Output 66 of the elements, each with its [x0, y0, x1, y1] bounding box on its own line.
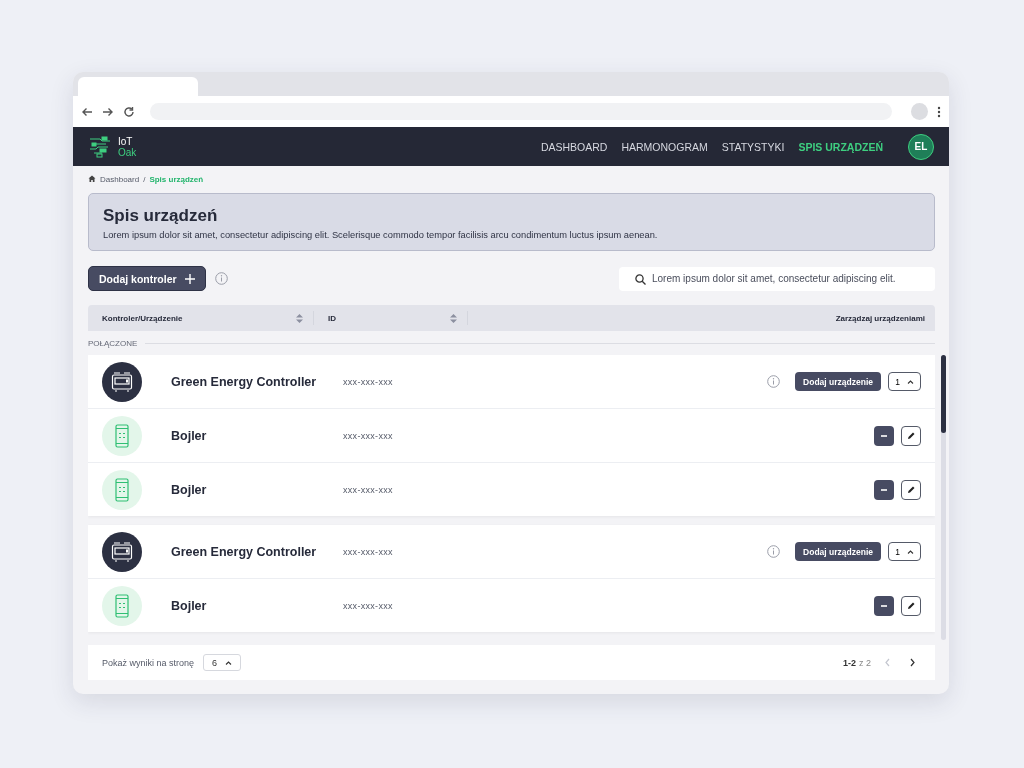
minus-icon [881, 604, 887, 607]
device-icon [102, 585, 142, 626]
controller-name: Green Energy Controller [171, 374, 318, 389]
minus-icon [881, 488, 887, 491]
pencil-icon [906, 601, 916, 610]
device-id: xxx-xxx-xxx [343, 376, 394, 387]
back-arrow-icon[interactable] [81, 105, 93, 118]
column-header[interactable]: ID [328, 313, 336, 323]
caret-icon [906, 378, 914, 385]
page-size-label: Pokaż wyniki na stronę [102, 657, 195, 668]
remove-button[interactable] [874, 595, 894, 616]
column-header[interactable]: Kontroler/Urządzenie [102, 313, 183, 323]
page-title: Spis urządzeń [103, 206, 219, 226]
add-device-button[interactable]: Dodaj urządzenie [795, 372, 881, 391]
logo-title: IoT [118, 135, 134, 147]
breadcrumb-link[interactable]: Dashboard [100, 174, 140, 184]
chevron-right-icon [910, 658, 915, 667]
controller-icon [102, 531, 142, 572]
group-label: POŁĄCZONE [88, 338, 138, 348]
scrollbar-thumb[interactable] [941, 355, 946, 433]
device-icon [102, 415, 142, 456]
device-id: xxx-xxx-xxx [343, 546, 394, 557]
forward-arrow-icon[interactable] [102, 105, 114, 118]
add-device-button[interactable]: Dodaj urządzenie [795, 542, 881, 561]
pencil-icon [906, 431, 916, 440]
page-total: z 2 [859, 657, 871, 668]
user-avatar[interactable]: EL [908, 133, 934, 160]
add-controller-button[interactable]: Dodaj kontroler [88, 266, 206, 291]
nav-link[interactable]: HARMONOGRAM [614, 140, 715, 153]
home-icon [88, 175, 96, 183]
plus-icon [184, 273, 195, 284]
pencil-icon [906, 485, 916, 494]
device-id: xxx-xxx-xxx [343, 484, 394, 495]
kebab-menu-icon[interactable] [937, 105, 941, 118]
search-icon [635, 273, 646, 285]
device-name: Bojler [171, 428, 208, 443]
edit-button[interactable] [901, 479, 921, 500]
chevron-left-icon [885, 658, 890, 667]
controller-icon [102, 361, 142, 402]
count-dropdown[interactable]: 1 [888, 372, 921, 391]
circuit-logo-icon [88, 135, 112, 158]
caret-icon [225, 659, 233, 666]
nav-link[interactable]: STATYSTYKI [714, 140, 792, 153]
remove-button[interactable] [874, 479, 894, 500]
device-name: Bojler [171, 598, 208, 613]
logo-subtitle: Oak [118, 146, 137, 158]
device-id: xxx-xxx-xxx [343, 430, 394, 441]
nav-link[interactable]: SPIS URZĄDZEŃ [791, 140, 890, 153]
nav-link[interactable]: DASHBOARD [533, 140, 615, 153]
device-name: Bojler [171, 482, 208, 497]
remove-button[interactable] [874, 425, 894, 446]
device-icon [102, 469, 142, 510]
column-header: Zarządzaj urządzeniami [835, 313, 925, 323]
page-description: Lorem ipsum dolor sit amet, consectetur adipiscing elit. Scelerisque commodo tempor facilisis arcu condimentum luctus ipsum aenean. [103, 230, 659, 240]
breadcrumb-separator: / [143, 174, 146, 184]
caret-icon [906, 548, 914, 555]
edit-button[interactable] [901, 595, 921, 616]
page-size-dropdown[interactable]: 6 [203, 654, 242, 671]
page-range: 1-2 [842, 657, 856, 668]
reload-icon[interactable] [123, 105, 135, 118]
device-id: xxx-xxx-xxx [343, 600, 394, 611]
minus-icon [881, 434, 887, 437]
controller-name: Green Energy Controller [171, 544, 318, 559]
edit-button[interactable] [901, 425, 921, 446]
count-dropdown[interactable]: 1 [888, 542, 921, 561]
search-field[interactable]: Lorem ipsum dolor sit amet, consectetur adipiscing elit. [619, 266, 935, 291]
